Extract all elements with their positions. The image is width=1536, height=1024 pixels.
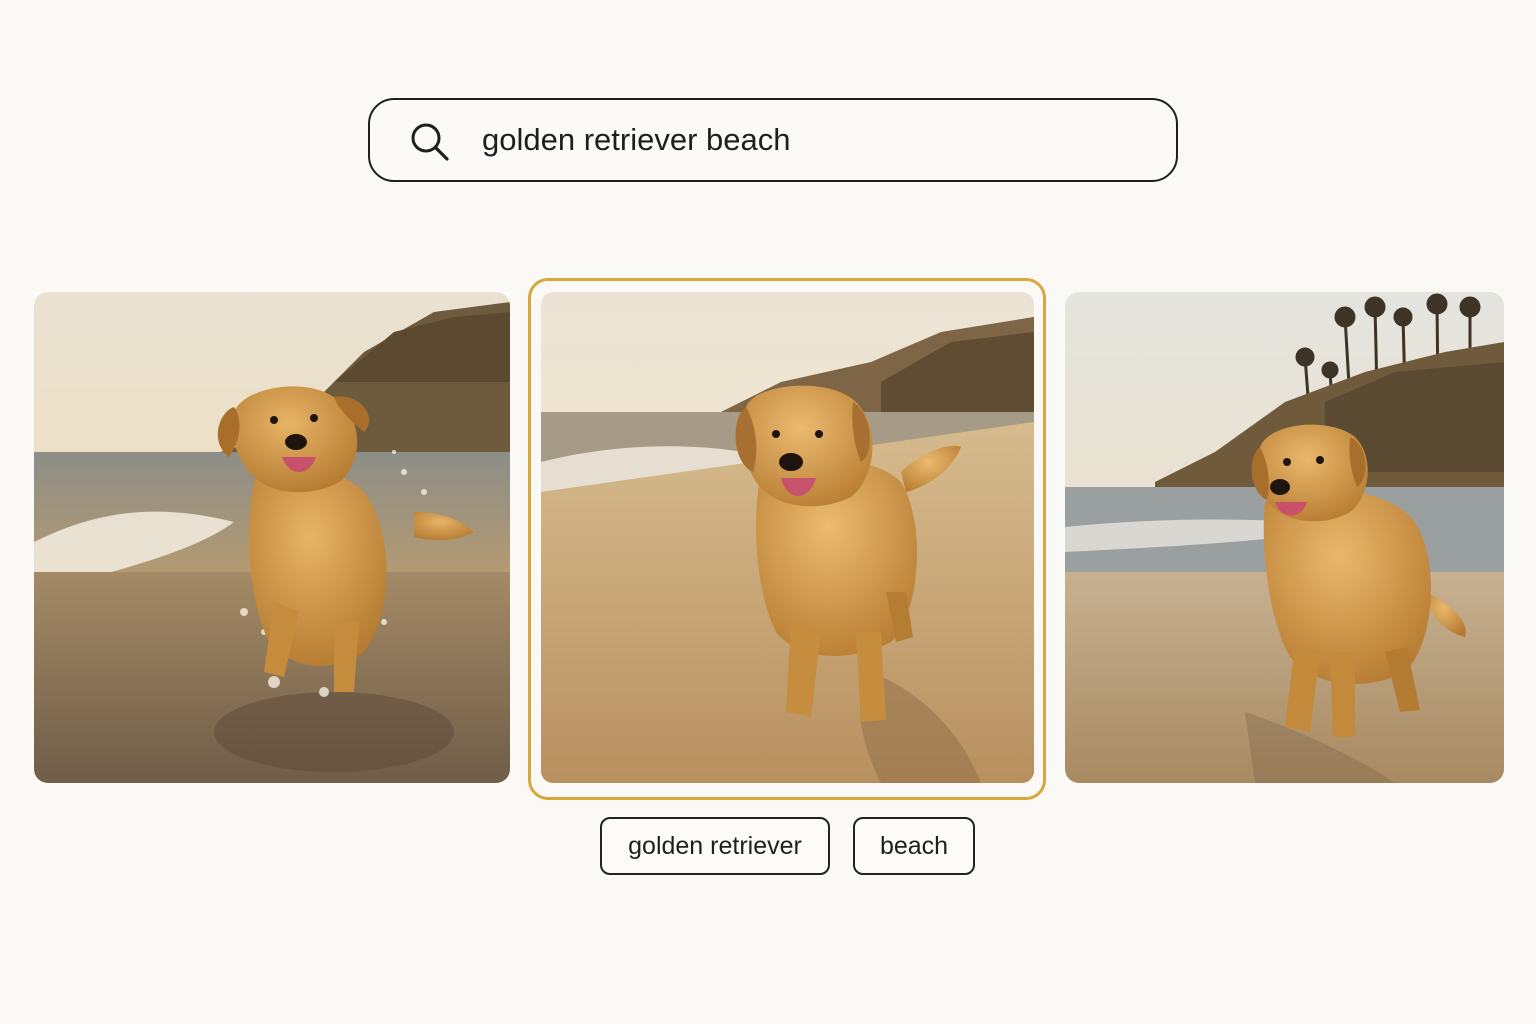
tag-beach[interactable]: beach [853, 817, 975, 875]
search-icon [411, 123, 449, 161]
result-image-1[interactable] [34, 292, 510, 783]
search-bar[interactable] [368, 98, 1178, 182]
dog-running-surf-photo [34, 292, 510, 783]
result-image-3[interactable] [1065, 292, 1504, 783]
image-search-page: golden retriever beach [0, 0, 1536, 1024]
tag-golden-retriever[interactable]: golden retriever [600, 817, 830, 875]
dog-standing-shore-photo [1065, 292, 1504, 783]
dog-walking-sand-photo [541, 292, 1034, 783]
search-input[interactable] [482, 118, 1142, 162]
result-image-2[interactable] [541, 292, 1034, 783]
